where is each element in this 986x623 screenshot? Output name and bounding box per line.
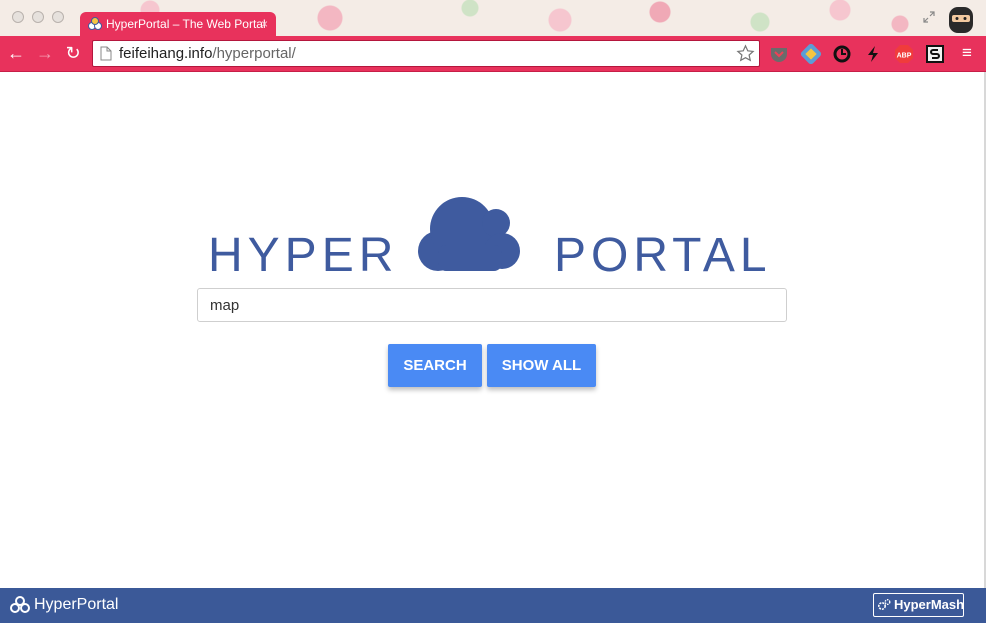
gears-icon xyxy=(877,599,891,611)
forward-arrow-icon[interactable]: → xyxy=(36,44,54,62)
back-arrow-icon[interactable]: ← xyxy=(7,44,25,62)
cloud-icon xyxy=(418,197,520,271)
pocket-icon[interactable] xyxy=(769,44,789,64)
bookmark-star-icon[interactable] xyxy=(736,44,755,63)
menu-hamburger-icon[interactable]: ≡ xyxy=(958,44,976,62)
url-host: feifeihang.info xyxy=(119,45,213,62)
browser-toolbar: ← → ↻ feifeihang.info/hyperportal/ ABP ≡ xyxy=(0,36,986,72)
window-titlebar: HyperPortal – The Web Portal × xyxy=(0,0,986,38)
search-button[interactable]: SEARCH xyxy=(388,344,482,387)
fullscreen-icon[interactable] xyxy=(922,10,936,24)
hyperportal-favicon-icon xyxy=(88,17,102,30)
adblock-plus-icon[interactable]: ABP xyxy=(894,44,914,64)
minimize-window-button[interactable] xyxy=(32,11,44,23)
feedly-icon[interactable] xyxy=(801,44,821,64)
address-bar[interactable]: feifeihang.info/hyperportal/ xyxy=(92,40,760,67)
logo-text-hyper: HYPER xyxy=(208,229,399,282)
footer-bar: HyperPortal HyperMash xyxy=(0,588,986,623)
tab-title: HyperPortal – The Web Portal xyxy=(106,17,266,31)
zoom-window-button[interactable] xyxy=(52,11,64,23)
logo-text-portal: PORTAL xyxy=(554,229,772,282)
page-icon xyxy=(100,46,112,61)
tab-close-icon[interactable]: × xyxy=(261,12,268,36)
hypermash-button[interactable]: HyperMash xyxy=(873,593,964,617)
svg-text:ABP: ABP xyxy=(897,53,912,60)
show-all-button[interactable]: SHOW ALL xyxy=(487,344,596,387)
close-window-button[interactable] xyxy=(12,11,24,23)
timer-icon[interactable] xyxy=(832,44,852,64)
url-path: /hyperportal/ xyxy=(212,45,296,62)
stylish-icon[interactable] xyxy=(925,44,945,64)
lightning-icon[interactable] xyxy=(863,44,883,64)
footer-title[interactable]: HyperPortal xyxy=(34,596,118,614)
profile-ninja-avatar[interactable] xyxy=(946,3,976,35)
reload-icon[interactable]: ↻ xyxy=(64,44,82,62)
hyperportal-logo-icon[interactable] xyxy=(10,596,30,614)
hypermash-label: HyperMash xyxy=(894,597,965,612)
tab-hyperportal[interactable]: HyperPortal – The Web Portal × xyxy=(80,12,276,38)
hyperportal-logo: HYPER PORTAL xyxy=(0,190,986,282)
url-text[interactable]: feifeihang.info/hyperportal/ xyxy=(119,45,296,62)
search-input[interactable] xyxy=(197,288,787,322)
